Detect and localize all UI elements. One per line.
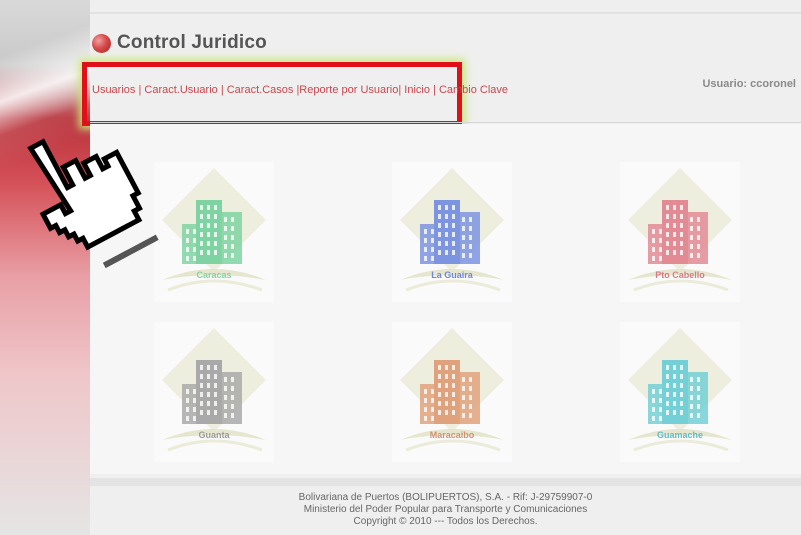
main-nav: Usuarios | Caract.Usuario | Caract.Casos… (92, 84, 508, 96)
port-tile-caracas[interactable]: Caracas (154, 162, 274, 302)
red-sphere-icon (92, 33, 111, 53)
nav-link-usuarios[interactable]: Usuarios (92, 84, 135, 96)
port-label: Caracas (196, 270, 232, 280)
nav-link-caract-casos[interactable]: Caract.Casos (227, 84, 294, 96)
page: Control Juridico Usuario: ccoronel Usuar… (82, 0, 801, 535)
port-label: Maracaibo (429, 430, 475, 440)
hand-pointer-icon (27, 138, 159, 269)
footer-divider (90, 478, 801, 486)
buildings-icon (400, 328, 504, 452)
footer-ministry: Ministerio del Poder Popular para Transp… (303, 504, 588, 515)
port-tile-guanta[interactable]: Guanta (154, 322, 274, 462)
user-label: Usuario: ccoronel (702, 78, 796, 90)
page-header: Control Juridico (92, 32, 267, 54)
buildings-icon (400, 168, 504, 292)
buildings-icon (628, 168, 732, 292)
port-tile-pto-cabello[interactable]: Pto Cabello (620, 162, 740, 302)
header-divider (90, 12, 801, 14)
footer-copyright: Copyright © 2010 --- Todos los Derechos. (353, 516, 538, 527)
port-label: Guanta (198, 430, 230, 440)
port-label: La Guaira (431, 270, 473, 280)
nav-link-caract-usuario[interactable]: Caract.Usuario (144, 84, 217, 96)
nav-link-inicio[interactable]: Inicio (404, 84, 430, 96)
buildings-icon (628, 328, 732, 452)
port-label: Pto Cabello (655, 270, 705, 280)
page-title: Control Juridico (117, 32, 267, 53)
nav-divider (90, 122, 801, 123)
nav-link-reporte-por-usuario[interactable]: Reporte por Usuario (299, 84, 398, 96)
nav-link-cambio-clave[interactable]: Cambio Clave (439, 84, 508, 96)
port-tile-la-guaira[interactable]: La Guaira (392, 162, 512, 302)
port-grid: Caracas La Guaira Pto Cabello Guanta Mar… (90, 124, 801, 474)
buildings-icon (162, 328, 266, 452)
port-label: Guamache (656, 430, 704, 440)
footer-company: Bolivariana de Puertos (BOLIPUERTOS), S.… (298, 492, 593, 503)
footer: Bolivariana de Puertos (BOLIPUERTOS), S.… (90, 492, 801, 528)
buildings-icon (162, 168, 266, 292)
port-tile-guamache[interactable]: Guamache (620, 322, 740, 462)
port-tile-maracaibo[interactable]: Maracaibo (392, 322, 512, 462)
